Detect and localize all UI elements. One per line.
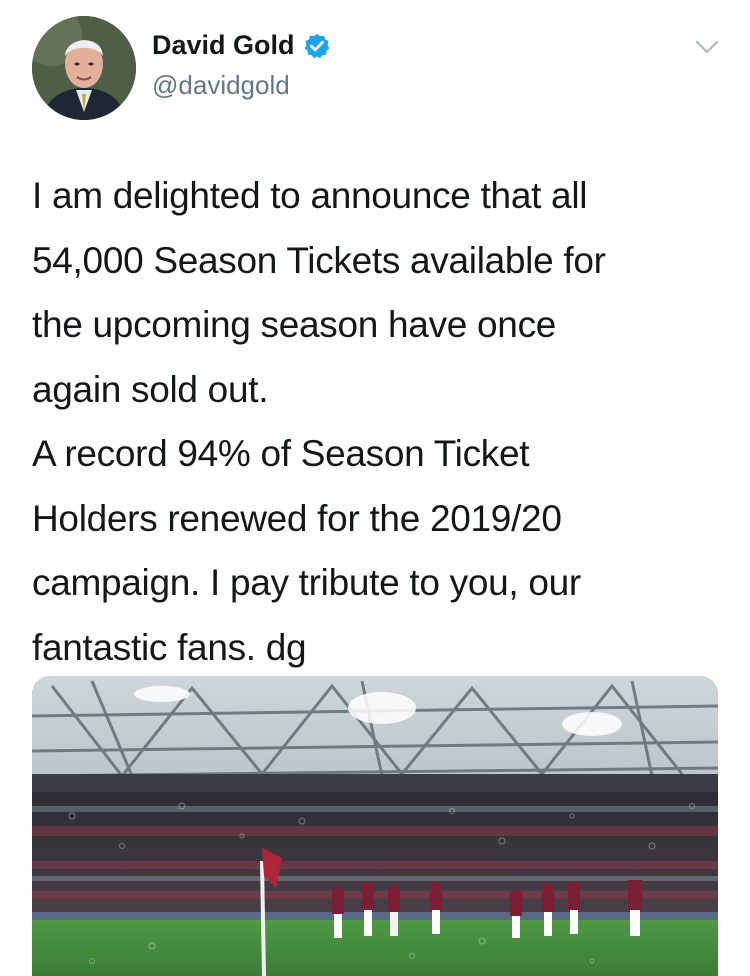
avatar[interactable]: [32, 16, 136, 120]
chevron-down-icon[interactable]: [694, 38, 720, 56]
author-row[interactable]: David Gold: [152, 30, 331, 61]
user-handle[interactable]: @davidgold: [152, 70, 290, 101]
verified-badge-icon: [304, 33, 329, 58]
avatar-photo: [32, 16, 136, 120]
tweet-photo[interactable]: [32, 676, 718, 976]
display-name[interactable]: David Gold: [152, 30, 295, 61]
stadium-image: [32, 676, 718, 976]
tweet-text: I am delighted to announce that all 54,0…: [32, 175, 606, 668]
